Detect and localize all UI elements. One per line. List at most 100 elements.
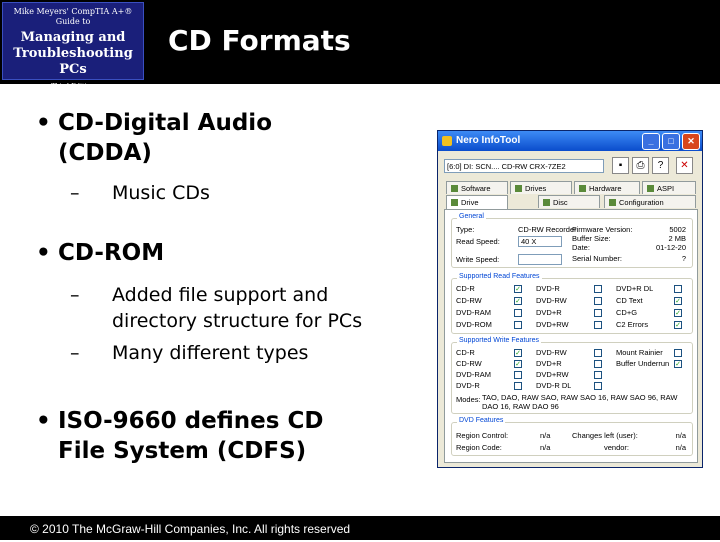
feature-checkbox[interactable]: ✓ [674, 360, 682, 368]
slide-content: CD-Digital Audio (CDDA) –Music CDs CD-RO… [28, 108, 428, 466]
group-title: DVD Features [457, 417, 506, 424]
feature-checkbox[interactable]: ✓ [514, 349, 522, 357]
feature-checkbox[interactable] [514, 371, 522, 379]
hardware-icon [579, 185, 586, 192]
sub-bullet-text: Added file support and [112, 284, 329, 306]
region-control-value: n/a [540, 431, 551, 440]
close-button[interactable]: ✕ [682, 133, 700, 150]
feature-checkbox[interactable] [594, 360, 602, 368]
maximize-button[interactable]: □ [662, 133, 680, 150]
feature-checkbox[interactable]: ✓ [674, 309, 682, 317]
bullet-text: ISO-9660 defines CD [58, 408, 324, 434]
drive-panel: General Type: CD-RW Recorder Read Speed:… [444, 209, 698, 463]
write-speed-select[interactable] [518, 254, 562, 265]
feature-checkbox[interactable] [674, 285, 682, 293]
feature-label: CD+G [616, 308, 638, 317]
tab-disc[interactable]: Disc [538, 195, 600, 208]
feature-label: DVD+RW [536, 320, 569, 329]
general-group: General Type: CD-RW Recorder Read Speed:… [451, 213, 693, 268]
bullet-text: CD-Digital Audio [58, 110, 272, 136]
bullet-continuation: (CDDA) [58, 140, 152, 166]
changes-left-label: Changes left (user): [572, 431, 638, 440]
feature-label: CD-R [456, 348, 475, 357]
group-title: General [457, 213, 486, 220]
feature-checkbox[interactable] [594, 349, 602, 357]
feature-checkbox[interactable] [594, 285, 602, 293]
feature-checkbox[interactable] [594, 297, 602, 305]
sub-bullet: – Added file support and directory struct… [70, 284, 363, 332]
vendor-value: n/a [675, 443, 686, 452]
sub-bullet-text: Many different types [112, 342, 309, 364]
feature-checkbox[interactable]: ✓ [674, 321, 682, 329]
read-speed-select[interactable]: 40 X [518, 236, 562, 247]
slide-title: CD Formats [168, 24, 351, 57]
feature-checkbox[interactable]: ✓ [514, 360, 522, 368]
feature-label: DVD-R DL [536, 381, 572, 390]
sub-bullet: – Many different types [70, 342, 309, 364]
feature-checkbox[interactable] [514, 382, 522, 390]
tab-aspi[interactable]: ASPI [642, 181, 696, 194]
slide-header: Mike Meyers' CompTIA A+® Guide to Managi… [0, 0, 720, 90]
region-code-label: Region Code: [456, 443, 502, 452]
serial-label: Serial Number: [572, 254, 623, 263]
window-title: Nero InfoTool [456, 135, 521, 146]
tab-software[interactable]: Software [446, 181, 508, 194]
feature-label: DVD+R [536, 308, 562, 317]
feature-label: DVD-RW [536, 348, 567, 357]
feature-checkbox[interactable]: ✓ [514, 285, 522, 293]
device-select[interactable]: [6:0] DI: SCN.... CD-RW CRX-7ZE2 [444, 159, 604, 173]
dvd-features-group: DVD Features Region Control: n/a Region … [451, 417, 693, 456]
feature-checkbox[interactable] [594, 371, 602, 379]
feature-label: CD-R [456, 284, 475, 293]
feature-checkbox[interactable]: ✓ [674, 297, 682, 305]
feature-checkbox[interactable] [674, 349, 682, 357]
sub-bullet-text: Music CDs [112, 182, 210, 204]
tab-strip: Software Drives Hardware ASPI Drive Disc… [444, 181, 698, 211]
feature-label: DVD-RAM [456, 308, 491, 317]
firmware-label: Firmware Version: [572, 225, 633, 234]
nero-infotool-window: Nero InfoTool _ □ ✕ [6:0] DI: SCN.... CD… [437, 130, 703, 468]
feature-checkbox[interactable] [514, 321, 522, 329]
serial-value: ? [681, 254, 686, 263]
disc-icon [543, 199, 550, 206]
feature-label: CD Text [616, 296, 643, 305]
feature-checkbox[interactable] [594, 382, 602, 390]
minimize-button[interactable]: _ [642, 133, 660, 150]
date-value: 01-12-20 [655, 243, 686, 252]
region-control-label: Region Control: [456, 431, 509, 440]
group-title: Supported Read Features [457, 273, 542, 280]
logo-line3: Third Edition [51, 82, 95, 90]
type-value: CD-RW Recorder [518, 225, 577, 234]
feature-checkbox[interactable] [594, 321, 602, 329]
toolbar: [6:0] DI: SCN.... CD-RW CRX-7ZE2 ▪ ⎙ ? ✕ [444, 157, 698, 175]
feature-label: DVD-RAM [456, 370, 491, 379]
tab-drives[interactable]: Drives [510, 181, 572, 194]
bullet-iso: ISO-9660 defines CD File System (CDFS) [28, 406, 428, 466]
tab-configuration[interactable]: Configuration [604, 195, 696, 208]
print-icon[interactable]: ⎙ [632, 157, 649, 174]
feature-checkbox[interactable] [514, 309, 522, 317]
configuration-icon [609, 199, 616, 206]
read-speed-label: Read Speed: [456, 237, 500, 246]
bullet-continuation: File System (CDFS) [58, 438, 307, 464]
bullet-cdrom: CD-ROM [28, 238, 428, 268]
book-logo: Mike Meyers' CompTIA A+® Guide to Managi… [2, 2, 144, 90]
feature-label: DVD+RW [536, 370, 569, 379]
app-icon [442, 136, 452, 146]
feature-checkbox[interactable]: ✓ [514, 297, 522, 305]
drives-icon [515, 185, 522, 192]
feature-checkbox[interactable] [594, 309, 602, 317]
group-title: Supported Write Features [457, 337, 542, 344]
feature-label: DVD-ROM [456, 320, 492, 329]
save-icon[interactable]: ▪ [612, 157, 629, 174]
feature-label: Buffer Underrun Protection [616, 359, 670, 368]
changes-left-value: n/a [675, 431, 686, 440]
tab-drive[interactable]: Drive [446, 195, 508, 210]
help-icon[interactable]: ? [652, 157, 669, 174]
feature-label: DVD-R [536, 284, 560, 293]
exit-icon[interactable]: ✕ [676, 157, 693, 174]
window-titlebar[interactable]: Nero InfoTool _ □ ✕ [438, 131, 702, 151]
write-features-group: Supported Write Features CD-R ✓ CD-RW ✓ DVD-… [451, 337, 693, 414]
tab-hardware[interactable]: Hardware [574, 181, 640, 194]
feature-label: CD-RW [456, 296, 482, 305]
